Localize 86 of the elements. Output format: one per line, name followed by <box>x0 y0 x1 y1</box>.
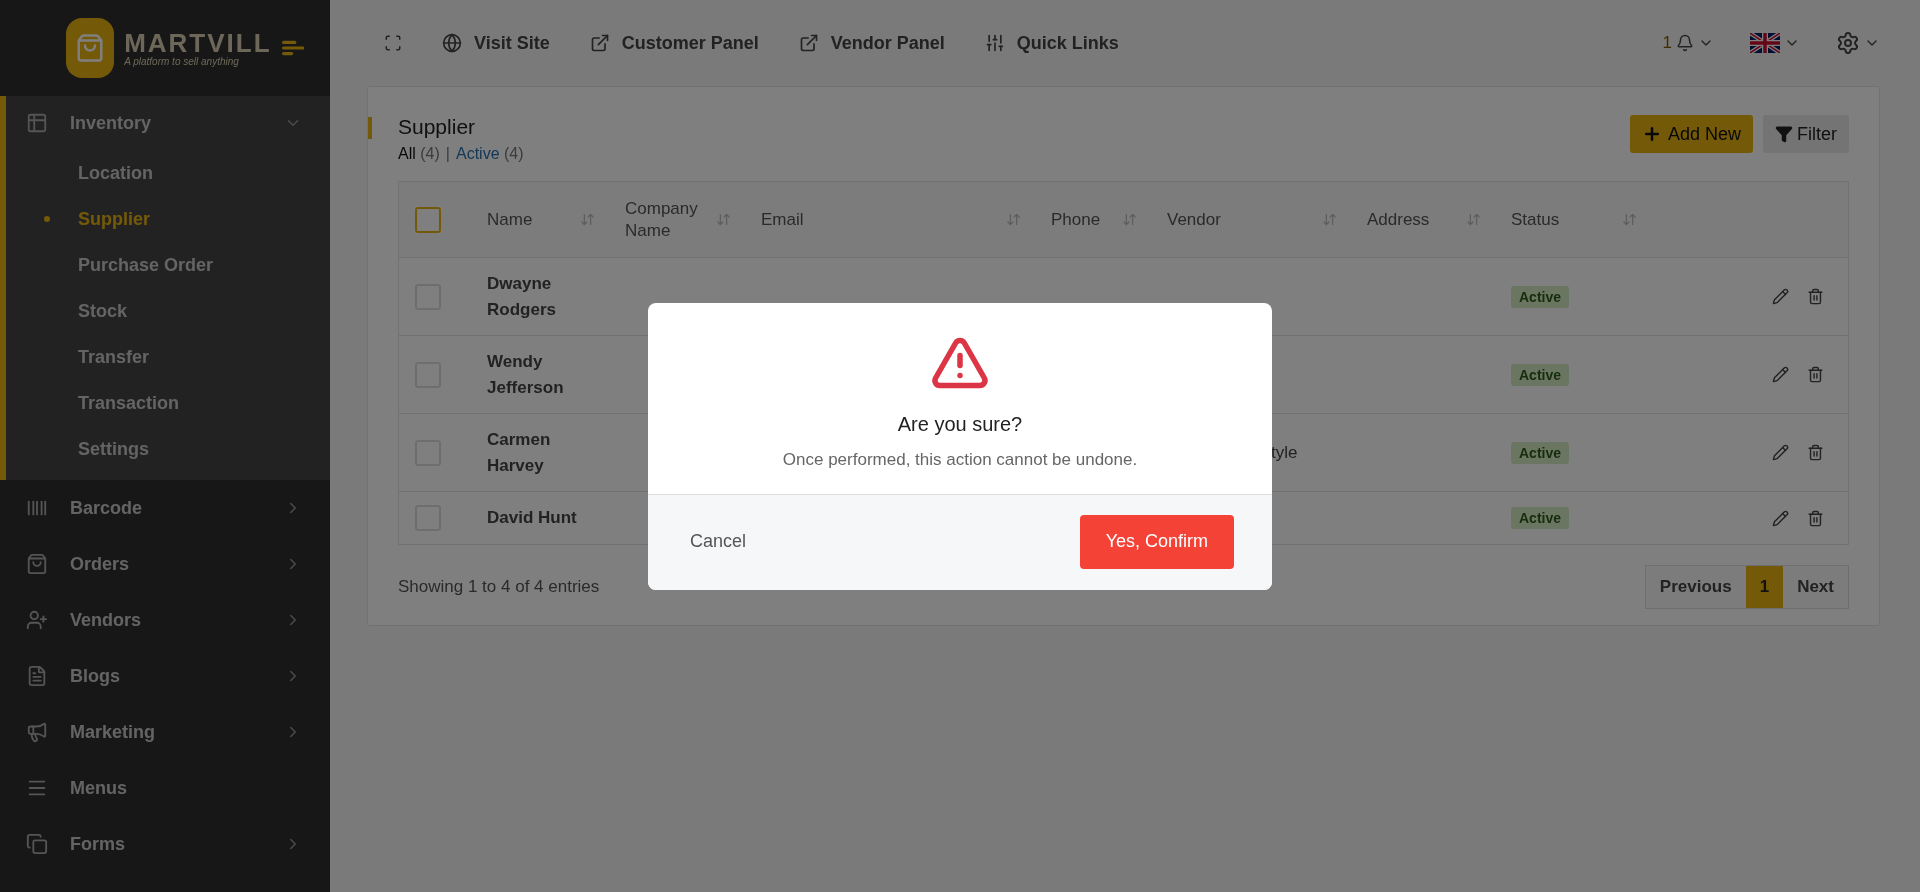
submenu-item[interactable]: Transaction <box>6 380 330 426</box>
top-link[interactable]: Visit Site <box>442 32 550 54</box>
settings-icon <box>1836 31 1860 55</box>
page-title: Supplier <box>398 115 524 139</box>
active-dot-icon <box>44 216 50 222</box>
notification-count: 1 <box>1662 33 1672 53</box>
menu-icon[interactable] <box>281 39 304 57</box>
sort-icon <box>1006 212 1021 227</box>
submenu-item[interactable]: Supplier <box>6 196 330 242</box>
dialog-message: Once performed, this action cannot be undone. <box>782 449 1138 470</box>
dialog-title: Are you sure? <box>897 412 1023 436</box>
flag-icon[interactable] <box>1750 33 1780 53</box>
sidebar-item[interactable]: Inventory <box>6 96 330 150</box>
sidebar-item[interactable]: Forms <box>0 816 330 872</box>
user-plus-icon <box>26 609 48 631</box>
delete-icon[interactable] <box>1807 366 1824 383</box>
status-badge: Active <box>1511 363 1570 386</box>
submenu-item[interactable]: Stock <box>6 288 330 334</box>
filter-link[interactable]: Active (4) <box>455 145 524 163</box>
submenu-item[interactable]: Settings <box>6 426 330 472</box>
submenu-item[interactable]: Transfer <box>6 334 330 380</box>
sidebar-item[interactable]: Menus <box>0 760 330 816</box>
brand-name: MARTVILL <box>124 29 272 56</box>
column-header[interactable]: Status <box>1495 208 1651 231</box>
globe-icon <box>442 33 462 53</box>
filter-icon <box>1775 125 1793 143</box>
sort-icon <box>1466 212 1481 227</box>
sliders-icon <box>984 33 1005 53</box>
edit-icon[interactable] <box>1772 366 1789 383</box>
column-header[interactable]: Email <box>745 208 1035 231</box>
sidebar-item[interactable]: Blogs <box>0 648 330 704</box>
confirm-button[interactable]: Yes, Confirm <box>1079 514 1234 569</box>
sidebar-item[interactable]: Orders <box>0 536 330 592</box>
filter-link[interactable]: All (4) <box>398 145 440 163</box>
sidebar-item[interactable]: Marketing <box>0 704 330 760</box>
cancel-button[interactable]: Cancel <box>684 530 753 553</box>
external-link-icon <box>798 33 819 53</box>
submenu-item[interactable]: Location <box>6 150 330 196</box>
delete-icon[interactable] <box>1807 288 1824 305</box>
top-link[interactable]: Customer Panel <box>589 32 759 54</box>
add-new-button[interactable]: Add New <box>1629 115 1753 153</box>
table-cell-text: David Hunt <box>486 507 578 530</box>
sort-icon <box>1622 212 1637 227</box>
megaphone-icon <box>26 721 48 743</box>
top-link[interactable]: Quick Links <box>984 32 1119 54</box>
bell-icon <box>1676 34 1694 52</box>
copy-icon <box>26 833 48 855</box>
column-header[interactable]: Name <box>471 208 609 231</box>
fullscreen-icon[interactable] <box>384 34 402 52</box>
column-header[interactable]: Vendor <box>1151 208 1351 231</box>
edit-icon[interactable] <box>1772 288 1789 305</box>
column-header[interactable]: Company Name <box>609 198 745 241</box>
brand-tagline: A platform to sell anything <box>124 55 240 67</box>
table-cell-text: Carmen Harvey <box>486 429 552 477</box>
column-header[interactable]: Address <box>1351 208 1495 231</box>
table-cell-text: tyle <box>1270 442 1299 463</box>
filter-button[interactable]: Filter <box>1763 115 1849 153</box>
status-badge: Active <box>1511 441 1570 464</box>
notifications-button[interactable]: 1 <box>1662 33 1714 53</box>
external-link-icon <box>589 33 610 53</box>
page-button[interactable]: 1 <box>1745 566 1784 608</box>
sort-icon <box>580 212 595 227</box>
select-all-checkbox[interactable] <box>415 206 441 233</box>
column-header[interactable]: Phone <box>1035 208 1151 231</box>
table-icon <box>26 112 48 134</box>
bag-icon <box>26 553 48 575</box>
entries-summary: Showing 1 to 4 of 4 entries <box>398 577 600 597</box>
table-cell-text: Dwayne Rodgers <box>486 273 557 321</box>
status-badge: Active <box>1511 285 1570 308</box>
table-cell-text: Wendy Jefferson <box>486 351 565 399</box>
sort-icon <box>1122 212 1137 227</box>
edit-icon[interactable] <box>1772 444 1789 461</box>
edit-icon[interactable] <box>1772 509 1789 527</box>
sort-icon <box>1322 212 1337 227</box>
separator: | <box>445 145 450 163</box>
top-link[interactable]: Vendor Panel <box>798 32 945 54</box>
status-badge: Active <box>1511 507 1570 529</box>
delete-icon[interactable] <box>1807 509 1824 527</box>
submenu-item[interactable]: Purchase Order <box>6 242 330 288</box>
logo-icon <box>66 18 115 78</box>
delete-icon[interactable] <box>1807 444 1824 461</box>
sidebar-item[interactable]: Vendors <box>0 592 330 648</box>
title-accent-icon <box>368 117 372 139</box>
sort-icon <box>716 212 731 227</box>
document-icon <box>26 665 48 687</box>
sidebar-item[interactable]: Barcode <box>0 480 330 536</box>
